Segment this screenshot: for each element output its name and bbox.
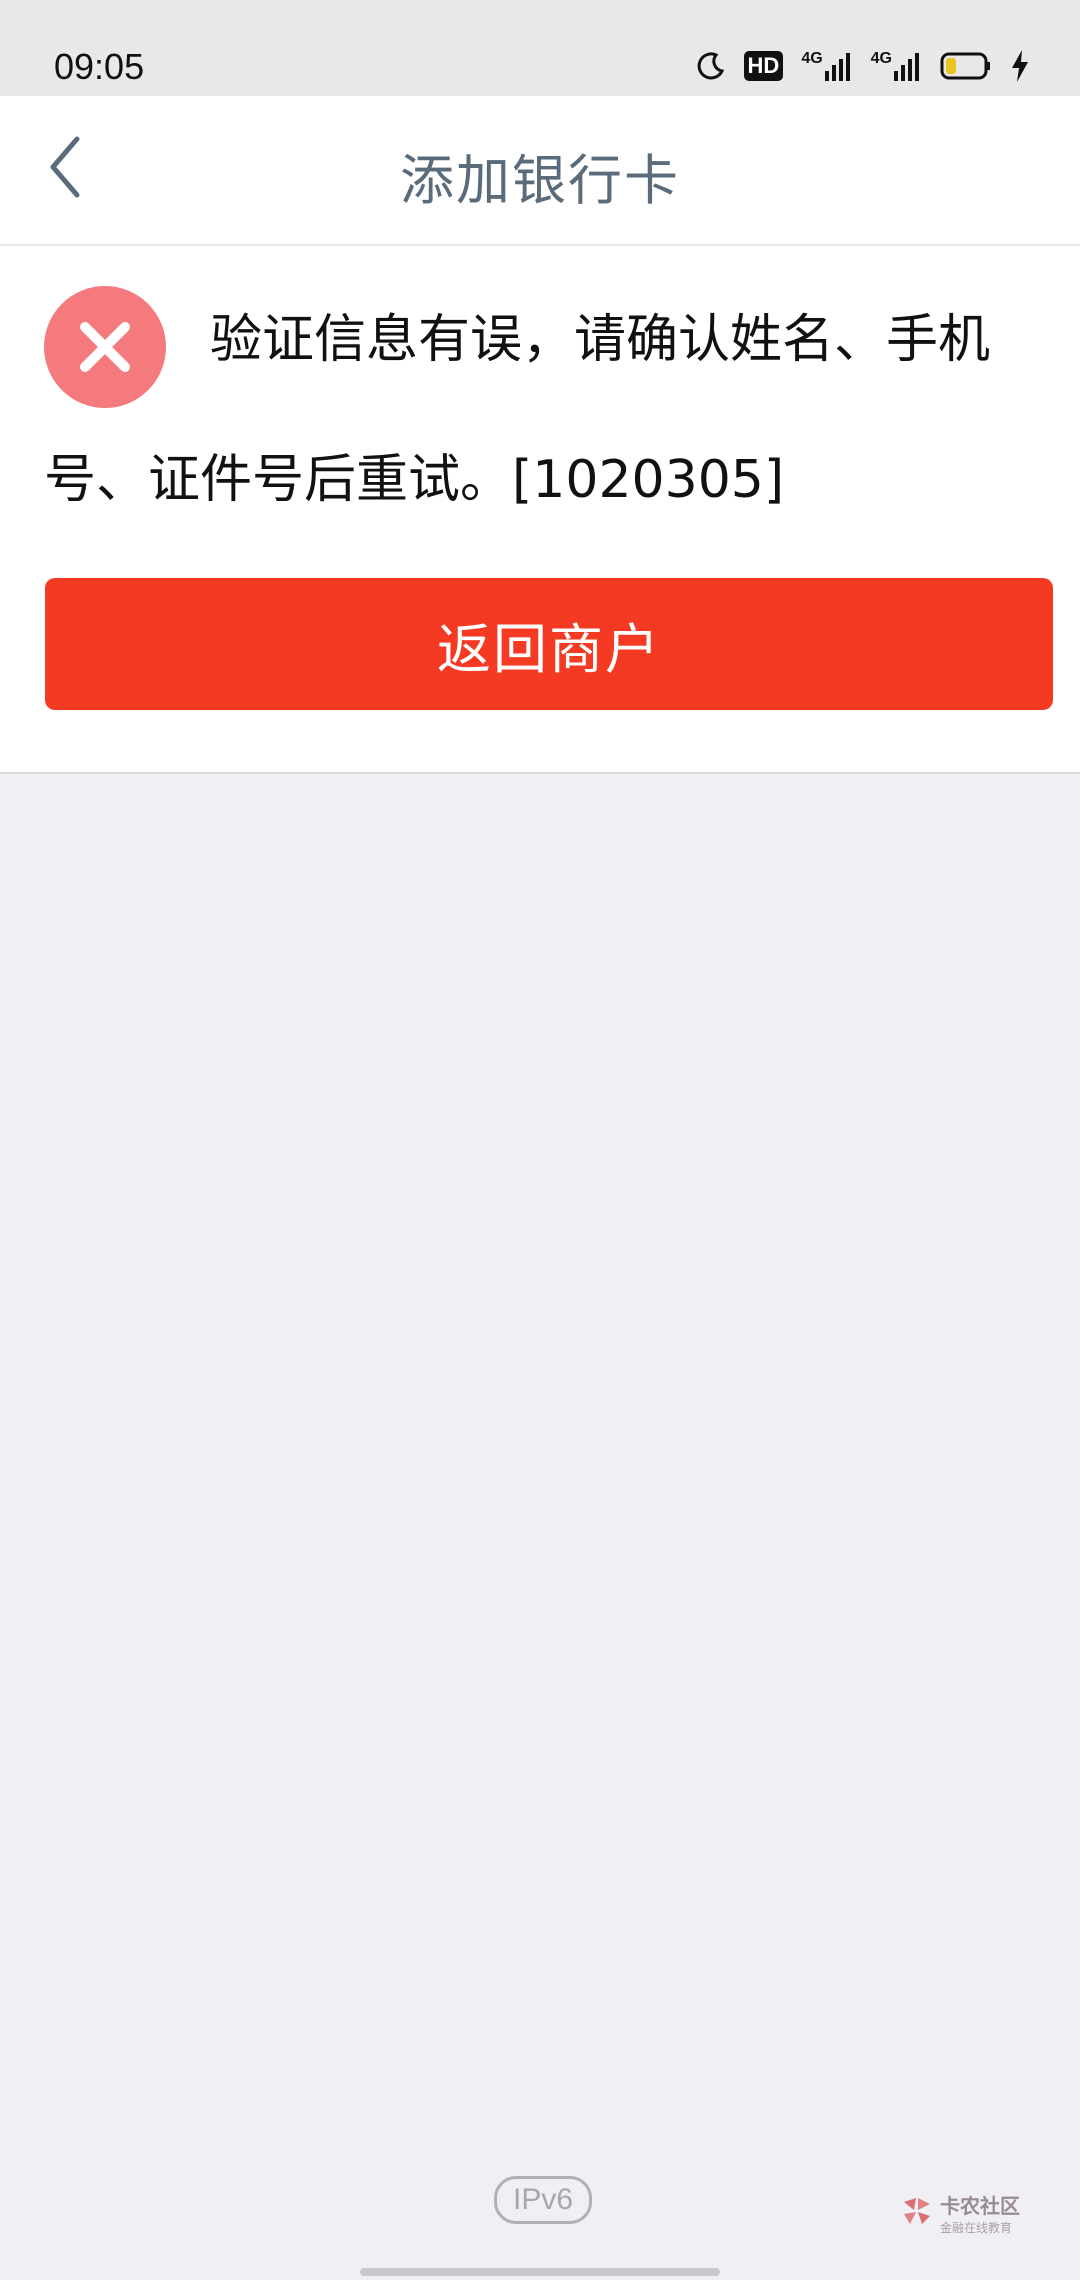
network-label: 4G bbox=[801, 50, 823, 67]
result-card: 验证信息有误，请确认姓名、手机号、证件号后重试。[1020305] 返回商户 bbox=[0, 246, 1080, 774]
error-message: 验证信息有误，请确认姓名、手机号、证件号后重试。[1020305] bbox=[44, 310, 991, 510]
watermark-name: 卡农社区 bbox=[940, 2194, 1020, 2218]
home-indicator[interactable] bbox=[360, 2268, 720, 2276]
hd-label: HD bbox=[747, 53, 780, 78]
signal-4g-icon: 4G bbox=[801, 51, 852, 81]
signal-4g-icon: 4G bbox=[871, 51, 922, 81]
network-label: 4G bbox=[870, 50, 892, 67]
nav-bar: 添加银行卡 bbox=[0, 96, 1080, 246]
battery-icon bbox=[940, 51, 992, 81]
status-icons: HD 4G 4G bbox=[696, 44, 1030, 88]
watermark-logo-icon bbox=[900, 2194, 934, 2232]
return-to-merchant-button[interactable]: 返回商户 bbox=[45, 578, 1053, 710]
charging-icon bbox=[1010, 50, 1030, 82]
ipv6-badge: IPv6 bbox=[494, 2176, 592, 2224]
status-time: 09:05 bbox=[54, 46, 145, 87]
page-title: 添加银行卡 bbox=[400, 149, 680, 212]
moon-icon bbox=[696, 51, 726, 81]
hd-icon: HD bbox=[743, 51, 784, 81]
watermark: 卡农社区 金融在线教育 bbox=[900, 2190, 1020, 2236]
watermark-subtitle: 金融在线教育 bbox=[940, 2221, 1013, 2235]
status-bar: 09:05 HD 4G 4G bbox=[0, 0, 1080, 96]
